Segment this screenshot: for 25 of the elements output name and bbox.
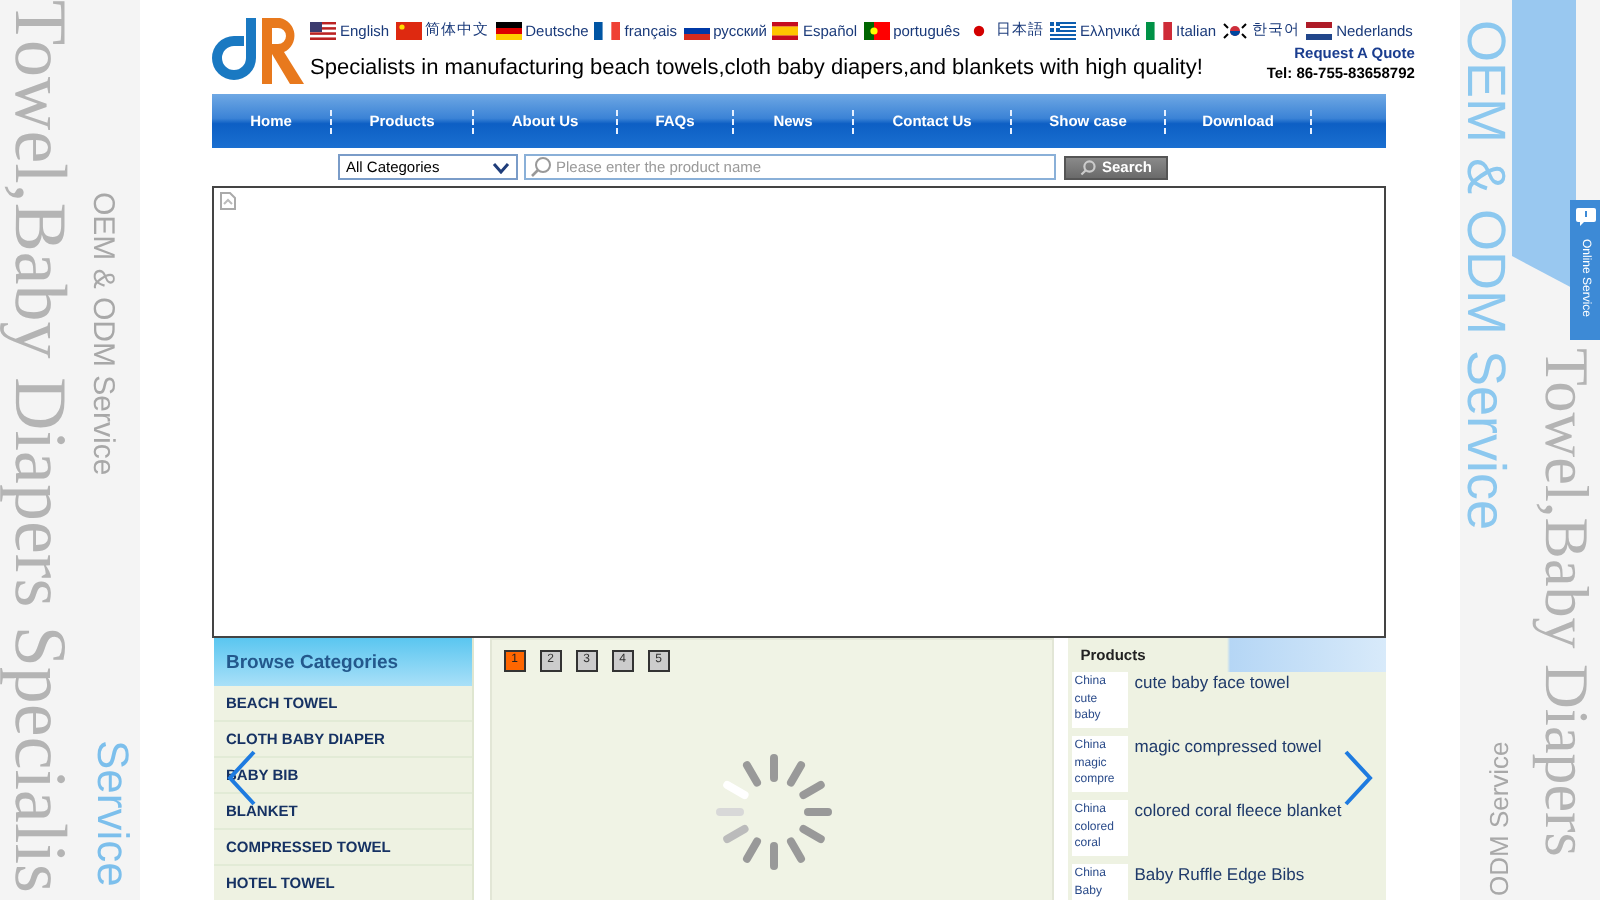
decorative-caption: ODM Service (1484, 741, 1514, 896)
flag-icon[interactable] (1222, 21, 1249, 39)
product-link[interactable]: Baby Ruffle Edge Bibs (1134, 864, 1305, 884)
product-link[interactable]: magic compressed towel (1134, 736, 1322, 756)
flag-icon[interactable] (310, 21, 336, 39)
chevron-down-icon (492, 161, 510, 173)
decorative-caption: Service (86, 740, 140, 887)
categories-title: Browse Categories (226, 651, 399, 673)
broken-image-icon (220, 192, 236, 210)
tagline: Specialists in manufacturing beach towels,cloth baby diapers,and blankets with high quality! (310, 54, 1203, 84)
decorative-slogan: Towel,Baby Diapers Specialis (0, 0, 76, 893)
product-link[interactable]: colored coral fleece blanket (1134, 800, 1342, 820)
flag-icon[interactable] (772, 21, 799, 39)
decorative-slogan: OEM & ODM Service (1460, 20, 1514, 531)
decorative-caption: OEM & ODM Service (86, 192, 120, 476)
flag-icon[interactable] (495, 21, 522, 39)
flag-icon[interactable] (863, 21, 890, 39)
search-icon (1079, 159, 1096, 175)
decorative-slogan: Towel,Baby Diapers (1530, 348, 1600, 857)
search-icon (530, 156, 552, 178)
flag-icon[interactable] (1306, 21, 1333, 39)
product-link[interactable]: cute baby face towel (1134, 672, 1290, 692)
chat-bubble-icon (1575, 208, 1595, 226)
flag-icon[interactable] (1049, 21, 1076, 39)
flag-icon[interactable] (594, 21, 621, 39)
